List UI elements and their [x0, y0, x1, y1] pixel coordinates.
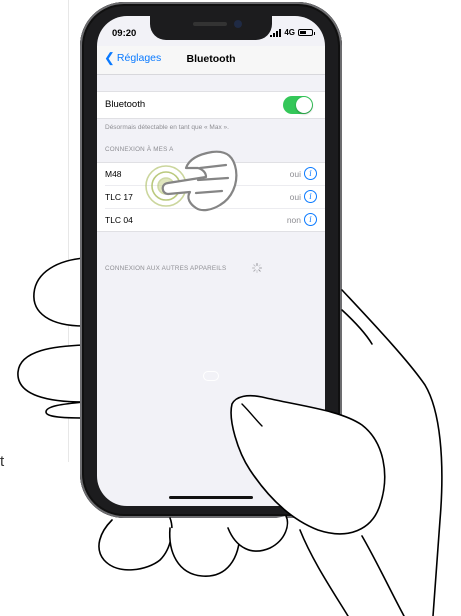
hand-overlay: [98, 150, 443, 616]
pointing-finger-icon: [161, 150, 238, 212]
